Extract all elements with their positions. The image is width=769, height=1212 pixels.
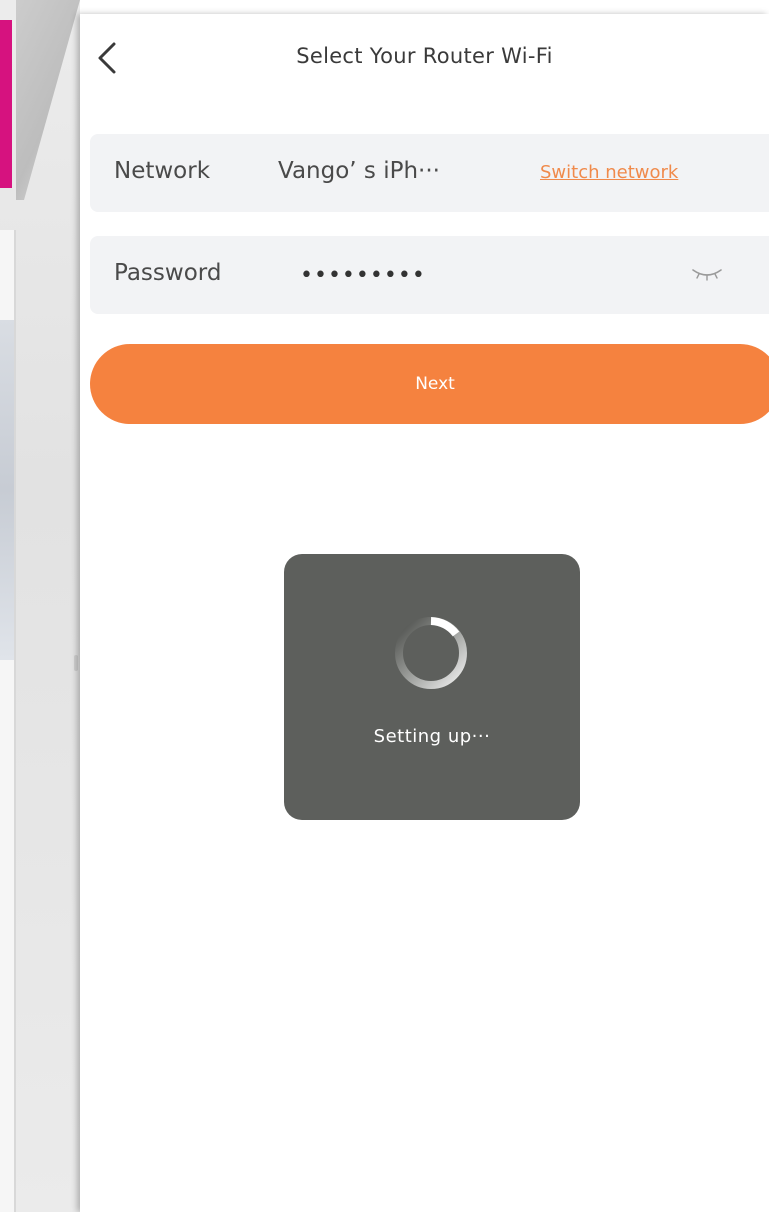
next-button[interactable]: Next	[90, 344, 769, 424]
background-magenta-bar	[0, 20, 12, 188]
page-title: Select Your Router Wi-Fi	[296, 44, 553, 68]
router-wifi-screen: Select Your Router Wi-Fi Network Vango’ …	[80, 14, 769, 1212]
network-name: Vango’ s iPh···	[278, 158, 440, 184]
password-label: Password	[114, 260, 222, 286]
password-visibility-toggle[interactable]	[690, 264, 724, 284]
password-input[interactable]	[298, 254, 542, 296]
network-label: Network	[114, 158, 211, 184]
password-field: Password	[90, 236, 769, 314]
header: Select Your Router Wi-Fi	[80, 14, 769, 104]
eye-closed-icon	[692, 269, 722, 281]
spinner-icon	[395, 617, 467, 689]
background-photo	[0, 320, 14, 660]
loading-overlay: Setting up···	[284, 554, 580, 820]
loading-text: Setting up···	[373, 726, 491, 747]
network-field: Network Vango’ s iPh··· Switch network	[90, 134, 769, 212]
background-dot	[74, 655, 78, 671]
switch-network-link[interactable]: Switch network	[540, 162, 678, 183]
